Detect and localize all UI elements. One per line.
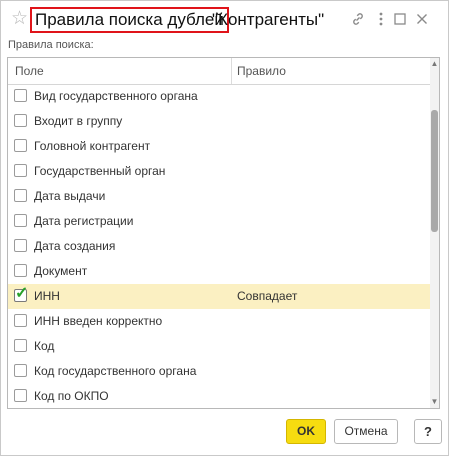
checkbox[interactable]: [14, 214, 27, 227]
title-highlighted: Правила поиска дублей: [30, 7, 229, 33]
checkbox[interactable]: [14, 364, 27, 377]
checkbox[interactable]: [14, 189, 27, 202]
table-row[interactable]: Код: [8, 334, 432, 359]
help-button[interactable]: ?: [414, 419, 442, 444]
table-row[interactable]: Дата выдачи: [8, 184, 432, 209]
checkbox[interactable]: [14, 239, 27, 252]
field-name: Дата регистрации: [34, 214, 134, 228]
table-row[interactable]: Документ: [8, 259, 432, 284]
title-object-name: "Контрагенты": [212, 10, 325, 29]
checkbox[interactable]: [14, 314, 27, 327]
table-row[interactable]: Код государственного органа: [8, 359, 432, 384]
star-icon[interactable]: ☆: [11, 8, 28, 30]
link-icon[interactable]: [348, 9, 368, 29]
field-name: Входит в группу: [34, 114, 123, 128]
table-row[interactable]: Дата создания: [8, 234, 432, 259]
table-row[interactable]: Входит в группу: [8, 109, 432, 134]
table-row[interactable]: Вид государственного органа: [8, 84, 432, 109]
ok-button[interactable]: OK: [286, 419, 326, 444]
column-divider[interactable]: [231, 58, 232, 84]
table-row[interactable]: Головной контрагент: [8, 134, 432, 159]
table-row[interactable]: Государственный орган: [8, 159, 432, 184]
checkbox[interactable]: [14, 114, 27, 127]
search-rules-table: Поле Правило Вид государственного органа…: [7, 57, 440, 409]
field-name: ИНН: [34, 289, 60, 303]
field-name: Головной контрагент: [34, 139, 151, 153]
table-row[interactable]: Код по ОКПО: [8, 384, 432, 408]
column-header-rule[interactable]: Правило: [237, 58, 286, 84]
table-header: Поле Правило: [8, 58, 432, 85]
field-name: Дата выдачи: [34, 189, 106, 203]
checkbox[interactable]: [14, 139, 27, 152]
field-name: Вид государственного органа: [34, 89, 198, 103]
search-rules-label: Правила поиска:: [8, 39, 94, 51]
table-body: Вид государственного органа Входит в гру…: [8, 84, 432, 408]
checkbox[interactable]: [14, 339, 27, 352]
checkmark-icon: ✓: [15, 285, 29, 302]
field-name: Код государственного органа: [34, 364, 197, 378]
scrollbar-thumb[interactable]: [431, 110, 438, 232]
maximize-icon[interactable]: [390, 9, 410, 29]
field-name: Документ: [34, 264, 88, 278]
dialog-window: ☆ Правила поиска дублей "Контрагенты" Пр…: [0, 0, 449, 456]
field-name: Код по ОКПО: [34, 389, 109, 403]
scroll-down-icon[interactable]: ▼: [430, 396, 439, 408]
title-bar: ☆ Правила поиска дублей "Контрагенты": [1, 1, 448, 37]
table-row[interactable]: Дата регистрации: [8, 209, 432, 234]
field-name: Код: [34, 339, 55, 353]
field-name: ИНН введен корректно: [34, 314, 163, 328]
field-name: Дата создания: [34, 239, 116, 253]
checkbox[interactable]: [14, 264, 27, 277]
cancel-button[interactable]: Отмена: [334, 419, 398, 444]
rule-value[interactable]: Совпадает: [237, 284, 297, 309]
scroll-up-icon[interactable]: ▲: [430, 58, 439, 70]
table-row[interactable]: ИНН введен корректно: [8, 309, 432, 334]
checkbox[interactable]: [14, 389, 27, 402]
close-icon[interactable]: [412, 9, 432, 29]
table-row-selected[interactable]: ✓ ИНН Совпадает: [8, 284, 432, 309]
more-vertical-icon[interactable]: [371, 9, 391, 29]
vertical-scrollbar[interactable]: ▲ ▼: [430, 58, 439, 408]
field-name: Государственный орган: [34, 164, 166, 178]
checkbox[interactable]: [14, 164, 27, 177]
checkbox[interactable]: [14, 89, 27, 102]
column-header-field[interactable]: Поле: [15, 58, 44, 84]
